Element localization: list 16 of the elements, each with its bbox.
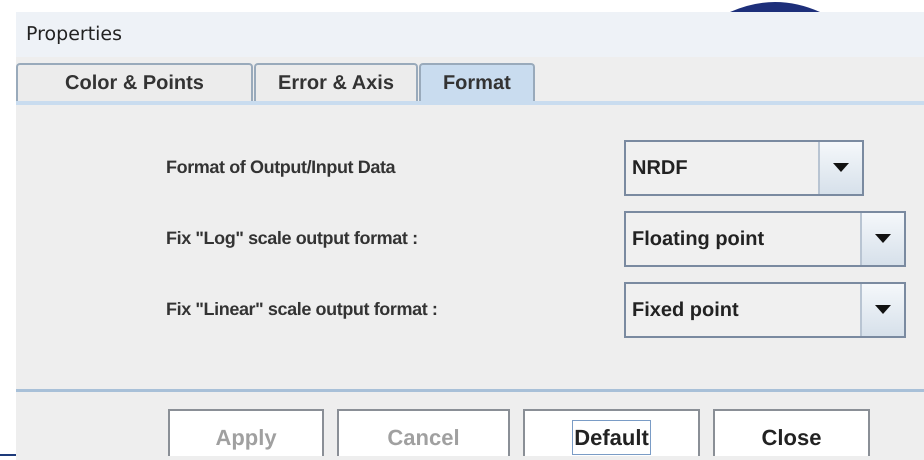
tab[interactable]: Color & Points xyxy=(16,63,253,101)
caret-icon xyxy=(875,234,891,243)
dropdown[interactable]: Floating point xyxy=(624,210,906,266)
field-label: Format of Output/Input Data xyxy=(166,156,397,179)
line-drawing xyxy=(0,454,16,456)
tab[interactable]: Error & Axis xyxy=(254,63,418,101)
field-label: Fix "Linear" scale output format : xyxy=(166,298,439,321)
field-label: Fix "Log" scale output format : xyxy=(166,227,419,250)
caret-icon xyxy=(875,305,891,314)
dropdown[interactable]: Fixed point xyxy=(624,282,906,338)
dialog-button[interactable]: Close xyxy=(713,409,870,456)
dropdown[interactable]: NRDF xyxy=(624,140,864,196)
window-title: Properties xyxy=(26,22,122,48)
tab[interactable]: Format xyxy=(418,63,535,101)
caret-icon xyxy=(833,163,849,172)
dialog-button[interactable]: Default xyxy=(523,409,700,456)
